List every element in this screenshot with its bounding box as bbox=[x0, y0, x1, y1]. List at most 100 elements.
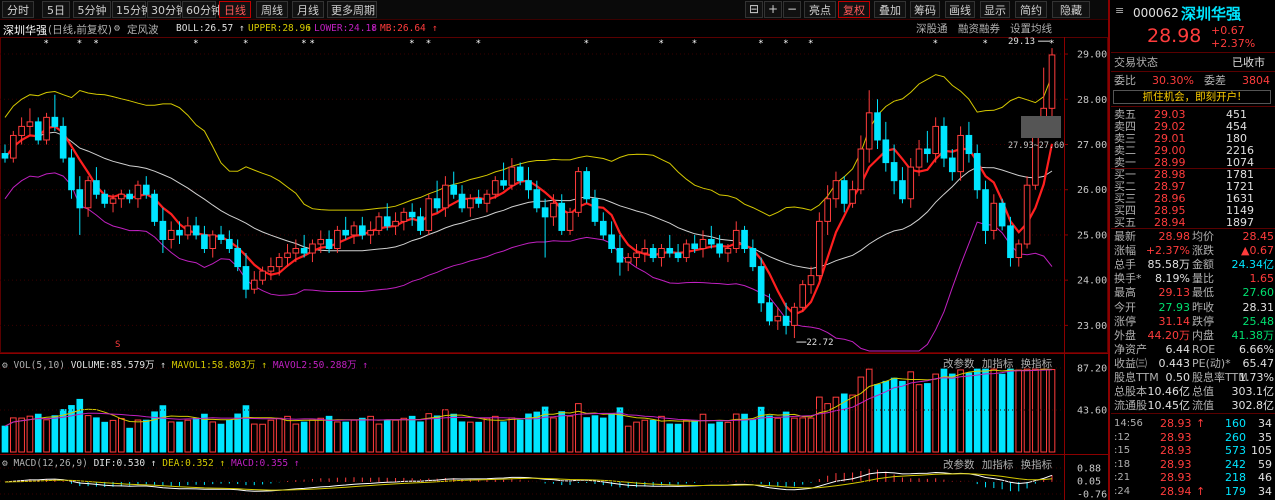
volume-bar bbox=[192, 417, 200, 453]
vol-volume: VOLUME:85.579万 bbox=[70, 360, 155, 371]
stat-row: 净资产 6.44 ROE 6.66% bbox=[1114, 343, 1274, 357]
volume-bar bbox=[76, 398, 84, 453]
volume-bar bbox=[998, 373, 1006, 453]
candle-body bbox=[832, 180, 840, 200]
boll-lower-line bbox=[4, 172, 1053, 352]
stat-value: 0.443 bbox=[1158, 356, 1191, 370]
candle-body bbox=[408, 211, 416, 218]
candle-body bbox=[957, 134, 964, 173]
candle-body bbox=[118, 193, 125, 200]
volume-bar bbox=[516, 419, 524, 453]
menu-icon[interactable]: ≡ bbox=[1115, 4, 1124, 17]
arrow-up-icon: ↑ bbox=[1196, 485, 1206, 498]
gear-icon[interactable]: ⚙ bbox=[2, 360, 8, 371]
tick-volume: 573 bbox=[1225, 444, 1246, 458]
vol-edit-params-button[interactable]: 改参数 bbox=[943, 358, 975, 370]
volume-bar bbox=[915, 384, 923, 453]
stat-label: 最低 bbox=[1192, 286, 1214, 300]
stat-value: 1.73% bbox=[1239, 371, 1274, 384]
stat-value: 6.66% bbox=[1239, 342, 1274, 356]
order-book-sell-row: 卖五 29.03 451 bbox=[1114, 109, 1274, 121]
stat-value: 27.93 bbox=[1158, 300, 1191, 314]
signal-star-icon: * bbox=[584, 39, 589, 49]
candle-body bbox=[865, 112, 873, 150]
volume-bar bbox=[392, 419, 399, 453]
candle-body bbox=[840, 180, 848, 204]
volume-bar bbox=[433, 415, 441, 453]
tick-count: 105 bbox=[1251, 444, 1272, 458]
stat-label: 涨停 bbox=[1114, 314, 1136, 328]
gear-icon[interactable]: ⚙ bbox=[2, 458, 8, 469]
arrow-up-icon: ↑ bbox=[219, 458, 226, 469]
price-panel-frame bbox=[0, 37, 1108, 353]
stat-label: ROE bbox=[1192, 342, 1216, 356]
macd-edit-params-button[interactable]: 改参数 bbox=[943, 459, 975, 471]
stock-name: 深圳华强 bbox=[1181, 5, 1242, 23]
candle-body bbox=[1048, 54, 1056, 109]
candle-body bbox=[907, 166, 915, 200]
volume-bar bbox=[699, 413, 707, 453]
volume-panel-buttons: 改参数 加指标 换指标 bbox=[943, 356, 1052, 371]
price-tick-label: 29.00 bbox=[1077, 50, 1107, 61]
candle-body bbox=[292, 248, 300, 254]
price-tick-label: 24.00 bbox=[1077, 276, 1107, 287]
candle-body bbox=[43, 116, 50, 141]
price-tick-label: 27.00 bbox=[1077, 140, 1107, 151]
volume-bar bbox=[383, 419, 391, 453]
stat-label: 流通股 bbox=[1114, 399, 1147, 413]
candle-body bbox=[234, 248, 241, 268]
tick-price: 28.93 bbox=[1160, 417, 1192, 430]
volume-bar bbox=[1023, 368, 1031, 453]
tick-price: 28.93 bbox=[1160, 471, 1192, 485]
tick-volume: 260 bbox=[1225, 430, 1246, 444]
volume-bar bbox=[599, 417, 607, 453]
stat-row: 总股本 10.46亿 总值 303.1亿 bbox=[1114, 385, 1274, 399]
volume-bar bbox=[167, 421, 175, 453]
candle-body bbox=[890, 162, 898, 182]
vol-add-indicator-button[interactable]: 加指标 bbox=[982, 358, 1014, 370]
candle-body bbox=[533, 189, 541, 209]
candle-body bbox=[508, 166, 516, 186]
arrow-up-icon: ↑ bbox=[261, 360, 268, 371]
volume-bar bbox=[658, 415, 665, 453]
open-account-banner[interactable]: 抓住机会，即刻开户! bbox=[1113, 90, 1271, 104]
volume-bar bbox=[799, 417, 807, 453]
volume-bar bbox=[483, 417, 491, 453]
candle-body bbox=[924, 148, 931, 155]
order-ratio-row: 委比 30.30% 委差 3804 bbox=[1114, 74, 1274, 88]
stat-row: 收益㈢ 0.443 PE(动)* 65.47 bbox=[1114, 357, 1274, 371]
volume-bar bbox=[201, 413, 208, 453]
candle-body bbox=[707, 238, 715, 245]
candle-body bbox=[475, 198, 482, 204]
stat-label: 总股本 bbox=[1114, 385, 1147, 399]
candle-body bbox=[791, 306, 798, 326]
volume-bar bbox=[26, 415, 34, 453]
panel-divider bbox=[1108, 0, 1110, 500]
macd-switch-indicator-button[interactable]: 换指标 bbox=[1021, 459, 1053, 471]
volume-bar bbox=[508, 417, 516, 453]
candle-body bbox=[658, 248, 665, 259]
stat-label: 昨收 bbox=[1192, 300, 1214, 314]
kline-chart[interactable]: 87.20 43.60 0.88 0.05 -0.76 29.00 28.00 27.00… bbox=[0, 0, 1108, 500]
volume-bar bbox=[558, 411, 566, 453]
tick-volume: 160 bbox=[1225, 417, 1246, 430]
volume-bar bbox=[209, 421, 217, 453]
candle-body bbox=[816, 220, 823, 277]
candle-body bbox=[782, 315, 790, 326]
stat-value: 25.48 bbox=[1242, 314, 1275, 328]
candle-body bbox=[383, 216, 391, 227]
candle-body bbox=[774, 315, 782, 322]
candle-body bbox=[425, 198, 433, 231]
volume-bar bbox=[707, 423, 715, 453]
candle-body bbox=[882, 139, 890, 164]
candle-body bbox=[59, 125, 67, 159]
candle-body bbox=[367, 229, 374, 236]
macd-add-indicator-button[interactable]: 加指标 bbox=[982, 459, 1014, 471]
candle-body bbox=[683, 243, 690, 259]
stat-value: 65.47 bbox=[1242, 356, 1275, 370]
stat-label: 金额 bbox=[1192, 258, 1214, 272]
volume-bar bbox=[367, 415, 374, 453]
vol-switch-indicator-button[interactable]: 换指标 bbox=[1021, 358, 1053, 370]
status-value: 已收市 bbox=[1232, 56, 1265, 69]
tick-count: 34 bbox=[1258, 417, 1272, 430]
